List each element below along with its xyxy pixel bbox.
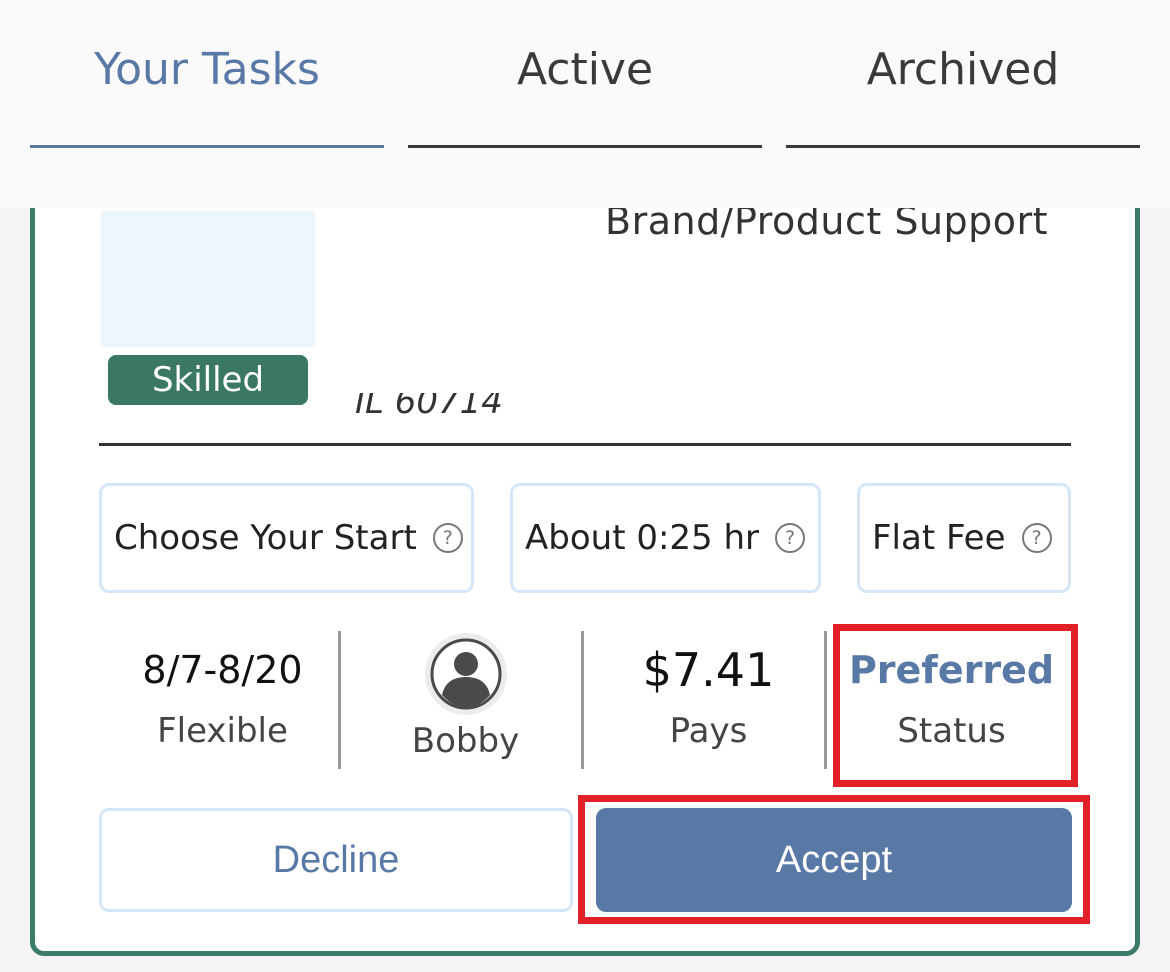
status-stat: Preferred Status <box>834 635 1069 775</box>
chip-label: About 0:25 hr <box>525 518 760 558</box>
user-icon <box>430 638 501 710</box>
accept-button[interactable]: Accept <box>596 808 1072 912</box>
chip-label: Flat Fee <box>872 518 1006 558</box>
tab-active[interactable]: Active <box>408 0 762 150</box>
tab-label: Your Tasks <box>94 43 320 95</box>
tab-underline <box>30 145 384 148</box>
task-location: IL 60714 <box>355 393 503 422</box>
date-range-value: 8/7-8/20 <box>142 648 303 692</box>
tab-underline <box>408 145 762 148</box>
stat-separator <box>581 631 584 769</box>
redacted-region <box>355 235 605 275</box>
help-icon[interactable]: ? <box>432 523 463 553</box>
fee-type-chip[interactable]: Flat Fee ? <box>857 483 1071 593</box>
decline-button[interactable]: Decline <box>99 808 573 912</box>
help-icon[interactable]: ? <box>775 523 806 553</box>
tab-underline <box>786 145 1140 148</box>
pay-stat: $7.41 Pays <box>591 635 826 775</box>
task-thumbnail <box>101 211 315 347</box>
client-stat[interactable]: Bobby <box>348 633 583 775</box>
stat-separator <box>824 631 827 769</box>
duration-chip[interactable]: About 0:25 hr ? <box>510 483 821 593</box>
tab-label: Archived <box>866 43 1060 95</box>
date-range-stat: 8/7-8/20 Flexible <box>105 635 340 775</box>
divider <box>99 443 1071 446</box>
status-sub: Status <box>897 711 1006 751</box>
status-value: Preferred <box>848 648 1055 692</box>
tab-bar: Your Tasks Active Archived <box>0 0 1170 208</box>
task-list-screen: Your Tasks Active Archived Skilled Brand… <box>0 0 1170 972</box>
pay-sub: Pays <box>669 711 748 751</box>
chip-label: Choose Your Start <box>114 518 417 558</box>
client-name: Bobby <box>411 721 520 761</box>
help-icon[interactable]: ? <box>1021 523 1052 553</box>
start-time-chip[interactable]: Choose Your Start ? <box>99 483 474 593</box>
date-range-sub: Flexible <box>157 711 288 751</box>
tab-label: Active <box>516 43 654 95</box>
stat-separator <box>338 631 341 769</box>
avatar <box>424 633 507 715</box>
tab-archived[interactable]: Archived <box>786 0 1140 150</box>
pay-value: $7.41 <box>642 643 775 697</box>
tab-your-tasks[interactable]: Your Tasks <box>30 0 384 150</box>
task-card[interactable]: Skilled Brand/Product Support IL 60714 C… <box>30 160 1140 956</box>
skill-badge: Skilled <box>108 355 308 405</box>
